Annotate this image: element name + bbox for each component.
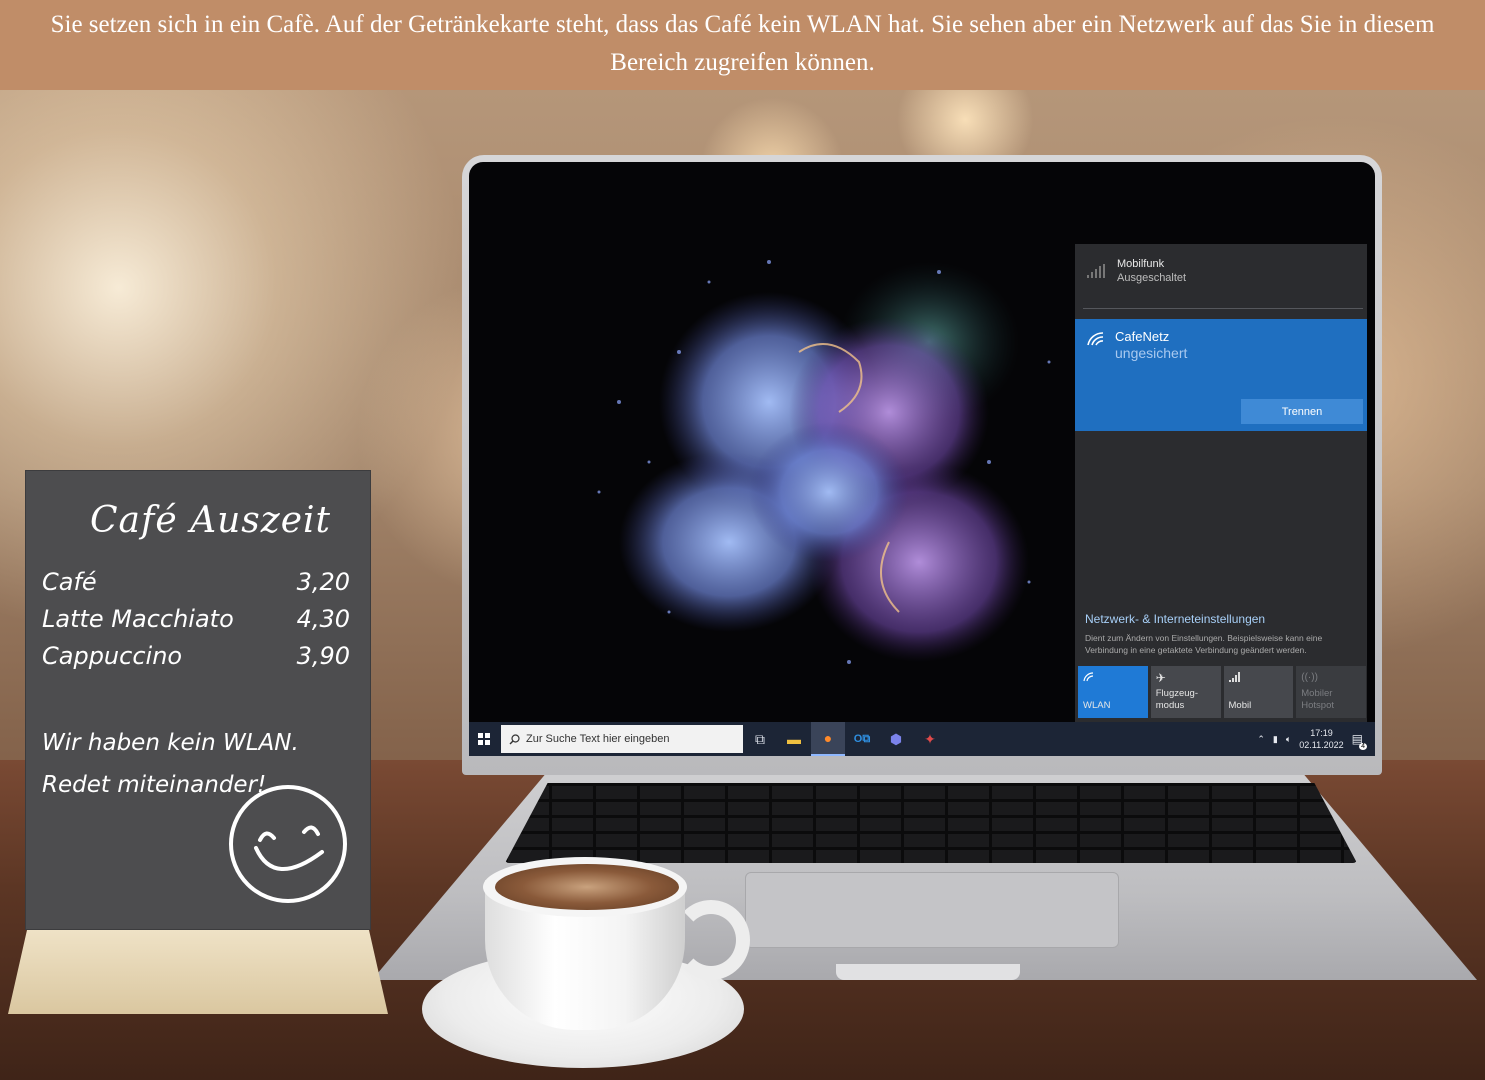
volume-icon[interactable]: 🔈︎	[1286, 734, 1291, 745]
desktop-wallpaper	[597, 260, 1051, 664]
airplane-icon: ✈	[1155, 671, 1166, 685]
laptop-keyboard	[505, 783, 1357, 863]
menu-row: Latte Macchiato 4,30	[42, 605, 350, 633]
taskbar-search-box[interactable]: Zur Suche Text hier eingeben	[501, 725, 743, 753]
mobile-tile-label: Mobil	[1228, 700, 1252, 711]
hotspot-tile-label: Mobiler Hotspot	[1301, 688, 1334, 711]
teams-icon[interactable]: ⬢	[879, 722, 913, 756]
wifi-icon	[1083, 672, 1094, 682]
taskbar: Zur Suche Text hier eingeben ⧉ ▬ ● O⧉ ⬢ …	[469, 722, 1375, 756]
cellular-network-item[interactable]: Mobilfunk Ausgeschaltet	[1075, 244, 1367, 310]
sign-wooden-base	[8, 930, 388, 1014]
notification-count: 4	[1359, 743, 1367, 750]
cellular-name: Mobilfunk	[1117, 258, 1165, 270]
app-icon[interactable]: ✦	[913, 722, 947, 756]
disconnect-button[interactable]: Trennen	[1241, 399, 1363, 424]
quick-actions: WLAN ✈ Flugzeug- modus Mobil ((·)) Mobil…	[1078, 666, 1366, 718]
network-settings-description: Dient zum Ändern von Einstellungen. Beis…	[1085, 633, 1323, 655]
wlan-toggle-tile[interactable]: WLAN	[1078, 666, 1148, 718]
search-icon	[509, 733, 520, 744]
mobile-data-tile[interactable]: Mobil	[1223, 666, 1294, 718]
wifi-network-item[interactable]: CafeNetz ungesichert Trennen	[1075, 319, 1367, 431]
network-settings-link[interactable]: Netzwerk- & Interneteinstellungen	[1085, 612, 1361, 626]
menu-row: Cappuccino 3,90	[42, 642, 350, 670]
no-wifi-note: Wir haben kein WLAN.	[42, 730, 299, 756]
cellular-status: Ausgeschaltet	[1117, 272, 1187, 284]
menu-item: Cappuccino	[42, 642, 183, 670]
laptop-screen: Mobilfunk Ausgeschaltet CafeNetz ungesic…	[469, 162, 1375, 756]
wifi-secured-icon	[1087, 332, 1104, 346]
clock-time: 17:19	[1310, 728, 1333, 738]
network-flyout: Mobilfunk Ausgeschaltet CafeNetz ungesic…	[1075, 244, 1367, 722]
wifi-security-status: ungesichert	[1115, 345, 1188, 361]
wifi-ssid: CafeNetz	[1115, 329, 1170, 344]
task-view-icon[interactable]: ⧉	[743, 722, 777, 756]
airplane-mode-tile[interactable]: ✈ Flugzeug- modus	[1150, 666, 1221, 718]
menu-price: 4,30	[296, 605, 350, 633]
file-explorer-icon[interactable]: ▬	[777, 722, 811, 756]
menu-price: 3,90	[296, 642, 350, 670]
cellular-signal-icon	[1087, 264, 1105, 278]
windows-logo-icon	[478, 733, 490, 745]
wlan-tile-label: WLAN	[1083, 700, 1111, 711]
network-settings-section: Netzwerk- & Interneteinstellungen Dient …	[1085, 612, 1361, 656]
latte-art	[495, 864, 679, 910]
airplane-tile-label: Flugzeug- modus	[1155, 688, 1198, 711]
scenario-banner: Sie setzen sich in ein Cafè. Auf der Get…	[0, 0, 1485, 90]
clock-date: 02.11.2022	[1299, 740, 1344, 750]
flyout-divider	[1083, 308, 1363, 309]
outlook-icon[interactable]: O⧉	[845, 722, 879, 756]
firefox-icon[interactable]: ●	[811, 722, 845, 756]
menu-item: Latte Macchiato	[42, 605, 234, 633]
scenario-text: Sie setzen sich in ein Cafè. Auf der Get…	[50, 11, 1435, 76]
system-tray: ⌃ ▮ 🔈︎ 17:19 02.11.2022 ▤ 4	[1257, 727, 1375, 751]
menu-item: Café	[42, 568, 97, 596]
laptop-trackpad	[745, 872, 1119, 948]
menu-row: Café 3,20	[42, 568, 350, 596]
laptop-notch	[836, 964, 1020, 980]
cafe-name: Café Auszeit	[90, 500, 331, 541]
mobile-hotspot-tile[interactable]: ((·)) Mobiler Hotspot	[1296, 666, 1366, 718]
hotspot-icon: ((·))	[1301, 672, 1318, 683]
smiley-icon	[229, 785, 347, 903]
notification-center-icon[interactable]: ▤ 4	[1352, 732, 1367, 750]
start-button[interactable]	[469, 722, 499, 756]
cellular-icon	[1228, 672, 1240, 682]
battery-icon[interactable]: ▮	[1273, 734, 1278, 745]
chevron-up-icon[interactable]: ⌃	[1257, 734, 1265, 745]
taskbar-clock[interactable]: 17:19 02.11.2022	[1299, 727, 1343, 751]
search-placeholder: Zur Suche Text hier eingeben	[526, 733, 670, 745]
menu-price: 3,20	[296, 568, 350, 596]
